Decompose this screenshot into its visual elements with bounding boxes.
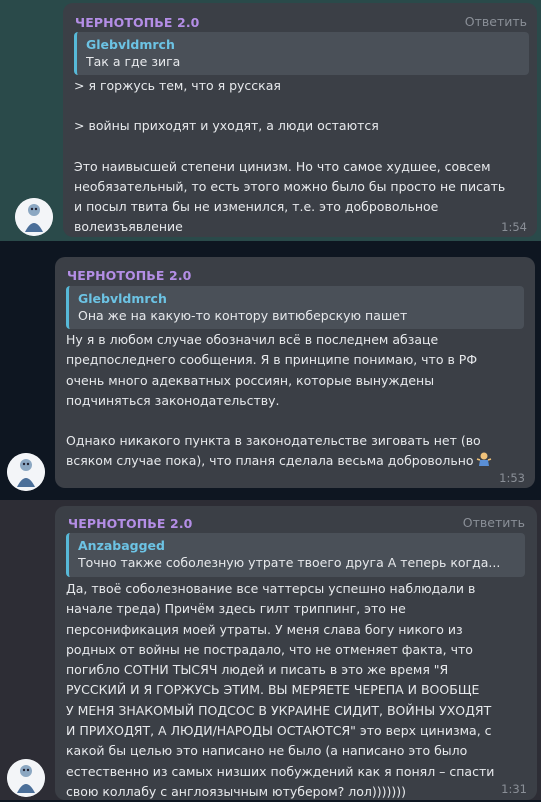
sender-name[interactable]: ЧЕРНОТОПЬЕ 2.0 — [75, 15, 199, 30]
message-bubble[interactable]: ЧЕРНОТОПЬЕ 2.0 Glebvldmrch Она же на как… — [55, 257, 535, 488]
sender-name[interactable]: ЧЕРНОТОПЬЕ 2.0 — [68, 516, 192, 531]
quote-author: Glebvldmrch — [86, 37, 175, 52]
sticker-avatar-icon — [15, 198, 53, 236]
shrug-emoji-icon — [476, 451, 492, 473]
message-line: предпоследнего сообщения. Я в принципе п… — [66, 352, 478, 368]
message-line: и посыл твита бы не изменился, т.е. это … — [74, 199, 439, 215]
avatar[interactable] — [7, 759, 45, 797]
message-line: волеизъявление — [74, 219, 183, 235]
avatar[interactable] — [15, 198, 53, 236]
sender-name[interactable]: ЧЕРНОТОПЬЕ 2.0 — [67, 268, 191, 283]
message-bubble[interactable]: ЧЕРНОТОПЬЕ 2.0 Ответить Anzabagged Точно… — [55, 506, 537, 800]
quote-author: Anzabagged — [78, 538, 165, 553]
message-line: естественно из самых низших побуждений к… — [66, 763, 495, 779]
message-bubble[interactable]: ЧЕРНОТОПЬЕ 2.0 Ответить Glebvldmrch Так … — [63, 3, 537, 237]
message-line: всяком случае пока), что планя сделала в… — [66, 453, 474, 469]
message-line: Однако никакого пункта в законодательств… — [66, 433, 481, 449]
message-line: очень много адекватных россиян, которые … — [66, 372, 435, 388]
reply-button[interactable]: Ответить — [465, 14, 527, 29]
sticker-avatar-icon — [7, 759, 45, 797]
reply-quote[interactable]: Glebvldmrch Так а где зига — [74, 32, 529, 75]
message-line: свою коллабу с англоязычным ютубером? ло… — [66, 783, 407, 799]
message-line: подчиняться законодательству. — [66, 392, 280, 408]
message-line: И ПРИХОДЯТ, А ЛЮДИ/НАРОДЫ ОСТАЮТСЯ" это … — [66, 723, 492, 739]
message-line: У МЕНЯ ЗНАКОМЫЙ ПОДСОС В УКРАИНЕ СИДИТ, … — [66, 702, 492, 718]
message-time: 1:31 — [501, 782, 527, 796]
message-line: погибло СОТНИ ТЫСЯЧ людей и писать в это… — [66, 662, 449, 678]
quote-text: Она же на какую-то контору витюберскую п… — [78, 308, 408, 323]
message-text: Ну я в любом случае обозначил всё в посл… — [66, 330, 492, 474]
message-line: начале треда) Причём здесь гилт триппинг… — [66, 601, 406, 617]
message-line: персонификация моей утраты. У меня слава… — [66, 621, 463, 637]
message-text: Да, твоё соболезнование все чаттерсы усп… — [66, 579, 494, 802]
message-line-with-emoji: всяком случае пока), что планя сделала в… — [66, 451, 492, 473]
message-line: необязательный, то есть этого можно было… — [74, 178, 506, 194]
message-line-blank — [74, 137, 505, 157]
message-row: ЧЕРНОТОПЬЕ 2.0 Glebvldmrch Она же на как… — [0, 241, 541, 500]
reply-quote[interactable]: Anzabagged Точно также соболезную утрате… — [66, 533, 525, 577]
message-line: Ну я в любом случае обозначил всё в посл… — [66, 332, 439, 347]
message-row-highlighted: ЧЕРНОТОПЬЕ 2.0 Ответить Glebvldmrch Так … — [0, 0, 541, 241]
quote-text: Точно также соболезную утрате твоего дру… — [78, 555, 501, 570]
message-line-blank — [66, 411, 492, 431]
reply-quote[interactable]: Glebvldmrch Она же на какую-то контору в… — [66, 286, 524, 329]
reply-button[interactable]: Ответить — [463, 515, 525, 530]
avatar[interactable] — [7, 453, 45, 491]
message-time: 1:53 — [499, 471, 525, 485]
message-line-blank — [74, 96, 505, 116]
message-line: > войны приходят и уходят, а люди остают… — [74, 118, 379, 134]
message-row: ЧЕРНОТОПЬЕ 2.0 Ответить Anzabagged Точно… — [0, 500, 541, 800]
message-text: > я горжусь тем, что я русская > войны п… — [74, 76, 505, 238]
quote-text: Так а где зига — [86, 54, 181, 69]
message-line: РУССКИЙ И Я ГОРЖУСЬ ЭТИМ. ВЫ МЕРЯЕТЕ ЧЕР… — [66, 682, 480, 698]
message-line: родных от войны не пострадало, что не от… — [66, 641, 473, 657]
message-line: Да, твоё соболезнование все чаттерсы усп… — [66, 581, 476, 596]
message-time: 1:54 — [501, 220, 527, 234]
message-line: Это наивысшей степени цинизм. Но что сам… — [74, 158, 491, 174]
quote-author: Glebvldmrch — [78, 291, 167, 306]
message-line: > я горжусь тем, что я русская — [74, 78, 281, 93]
sticker-avatar-icon — [7, 453, 45, 491]
message-line: какой бы целью это написано не было (а н… — [66, 743, 468, 759]
